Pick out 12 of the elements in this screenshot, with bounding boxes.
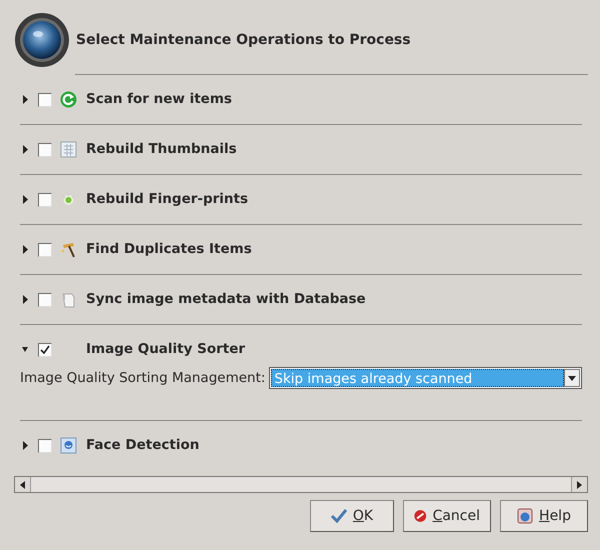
operation-label: Scan for new items: [86, 90, 232, 110]
cancel-button[interactable]: Cancel: [403, 500, 491, 532]
setting-label: Image Quality Sorting Management:: [20, 368, 266, 388]
operation-label: Face Detection: [86, 436, 200, 456]
operation-label: Rebuild Finger-prints: [86, 190, 248, 210]
operation-label: Sync image metadata with Database: [86, 290, 366, 310]
operation-label: Find Duplicates Items: [86, 240, 252, 260]
help-button[interactable]: Help: [500, 500, 588, 532]
operation-label: Image Quality Sorter: [86, 340, 246, 360]
operation-label: Rebuild Thumbnails: [86, 140, 237, 160]
ok-button[interactable]: OK: [310, 500, 394, 532]
dialog-title: Select Maintenance Operations to Process: [76, 30, 411, 50]
